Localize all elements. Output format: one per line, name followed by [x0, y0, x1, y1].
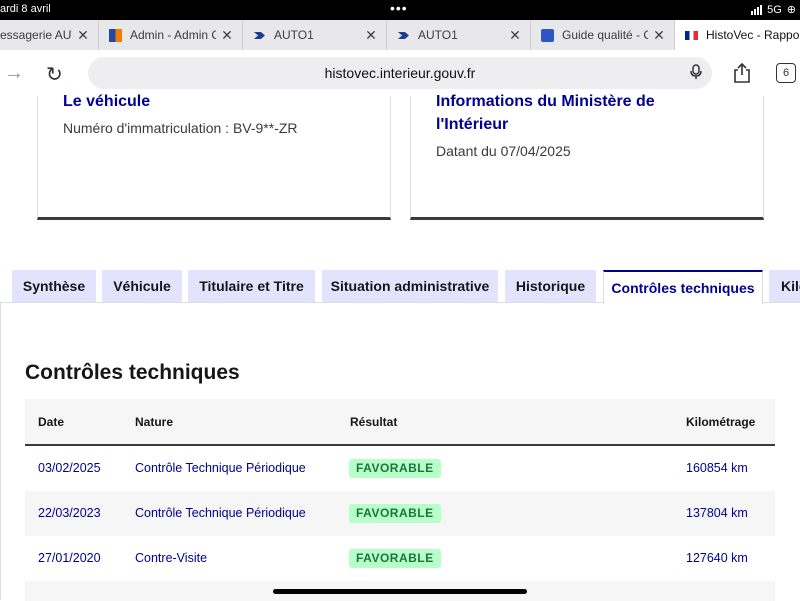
cell-nature: Contre-Visite	[135, 551, 208, 565]
header-date: Date	[38, 415, 65, 429]
tab-kilometrage[interactable]: Kilo	[769, 270, 800, 302]
vehicle-plate-text: Numéro d'immatriculation : BV-9**-ZR	[63, 120, 298, 136]
ministry-card-title-line2: l'Intérieur	[436, 116, 509, 133]
tab-vehicule[interactable]: Véhicule	[102, 270, 182, 302]
tab-title: essagerie AUT	[0, 28, 72, 42]
location-icon: ⊕	[786, 4, 796, 16]
close-icon[interactable]: ✕	[652, 27, 666, 44]
tab-title: AUTO1	[418, 28, 458, 42]
tab-situation-administrative[interactable]: Situation administrative	[322, 270, 498, 302]
french-flag-icon	[685, 30, 698, 40]
cell-nature: Contrôle Technique Périodique	[135, 461, 306, 475]
admin-favicon	[109, 28, 122, 42]
cell-date: 22/03/2023	[38, 506, 101, 520]
result-badge: FAVORABLE	[349, 459, 441, 478]
browser-tab-strip: essagerie AUT ✕ Admin - Admin C ✕ AUTO1 …	[0, 20, 800, 50]
result-badge: FAVORABLE	[349, 504, 441, 523]
header-resultat: Résultat	[350, 415, 398, 429]
cell-date: 03/02/2025	[38, 461, 101, 475]
status-time: ardi 8 avril	[0, 3, 51, 15]
auto1-favicon	[397, 29, 410, 42]
status-indicators: 5G ⊕	[751, 3, 796, 16]
address-bar[interactable]: histovec.interieur.gouv.fr	[88, 57, 712, 89]
tab-titulaire[interactable]: Titulaire et Titre	[188, 270, 315, 302]
tab-count-button[interactable]: 6	[776, 63, 796, 83]
home-indicator[interactable]	[273, 589, 527, 594]
tab-controles-techniques[interactable]: Contrôles techniques	[603, 270, 763, 304]
doc-favicon	[541, 28, 554, 42]
browser-tab-auto1-b[interactable]: AUTO1 ✕	[387, 20, 531, 50]
table-header: Date Nature Résultat Kilométrage	[25, 399, 775, 446]
ministry-card-title-line1: Informations du Ministère de	[436, 93, 655, 110]
table-row: 27/01/2020 Contre-Visite FAVORABLE 12764…	[25, 536, 775, 581]
browser-tab-admin[interactable]: Admin - Admin C ✕	[99, 20, 243, 50]
close-icon[interactable]: ✕	[220, 27, 234, 44]
microphone-icon[interactable]	[690, 64, 702, 83]
url-text[interactable]: histovec.interieur.gouv.fr	[88, 65, 712, 81]
result-badge: FAVORABLE	[349, 549, 441, 568]
table-row: 03/02/2025 Contrôle Technique Périodique…	[25, 446, 775, 491]
signal-icon	[751, 4, 763, 15]
browser-tab-auto1-a[interactable]: AUTO1 ✕	[243, 20, 387, 50]
share-icon[interactable]	[731, 62, 753, 84]
status-bar: ardi 8 avril ••• 5G ⊕	[0, 0, 800, 20]
auto1-favicon	[253, 29, 266, 42]
cell-km: 137804 km	[686, 506, 748, 520]
section-title: Contrôles techniques	[25, 361, 240, 384]
tab-title: HistoVec - Rappo	[706, 28, 800, 42]
browser-tab-messagerie[interactable]: essagerie AUT ✕	[0, 20, 99, 50]
table-row: 22/03/2023 Contrôle Technique Périodique…	[25, 491, 775, 536]
cell-km: 160854 km	[686, 461, 748, 475]
cell-date: 27/01/2020	[38, 551, 101, 565]
browser-tab-histovec[interactable]: HistoVec - Rappo	[675, 20, 800, 50]
browser-tab-guide[interactable]: Guide qualité - C ✕	[531, 20, 675, 50]
header-nature: Nature	[135, 415, 174, 429]
tab-title: Admin - Admin C	[130, 28, 216, 42]
tab-title: Guide qualité - C	[562, 28, 648, 42]
close-icon[interactable]: ✕	[76, 27, 90, 44]
close-icon[interactable]: ✕	[508, 27, 522, 44]
tab-historique[interactable]: Historique	[505, 270, 596, 302]
forward-arrow-icon[interactable]: →	[4, 62, 24, 85]
ministry-card: Informations du Ministère de l'Intérieur…	[410, 93, 764, 220]
ministry-date-text: Datant du 07/04/2025	[436, 143, 571, 159]
tab-title: AUTO1	[274, 28, 314, 42]
cell-km: 127640 km	[686, 551, 748, 565]
vehicle-card-title: Le véhicule	[63, 93, 151, 110]
tab-synthese[interactable]: Synthèse	[12, 270, 96, 302]
reload-icon[interactable]: ↻	[46, 62, 63, 87]
multitasking-dots-icon[interactable]: •••	[390, 0, 408, 16]
header-kilometrage: Kilométrage	[686, 415, 756, 429]
controles-table: Date Nature Résultat Kilométrage 03/02/2…	[25, 399, 775, 601]
vehicle-card: Le véhicule Numéro d'immatriculation : B…	[37, 93, 391, 220]
close-icon[interactable]: ✕	[364, 27, 378, 44]
network-label: 5G	[767, 3, 782, 16]
cell-nature: Contrôle Technique Périodique	[135, 506, 306, 520]
